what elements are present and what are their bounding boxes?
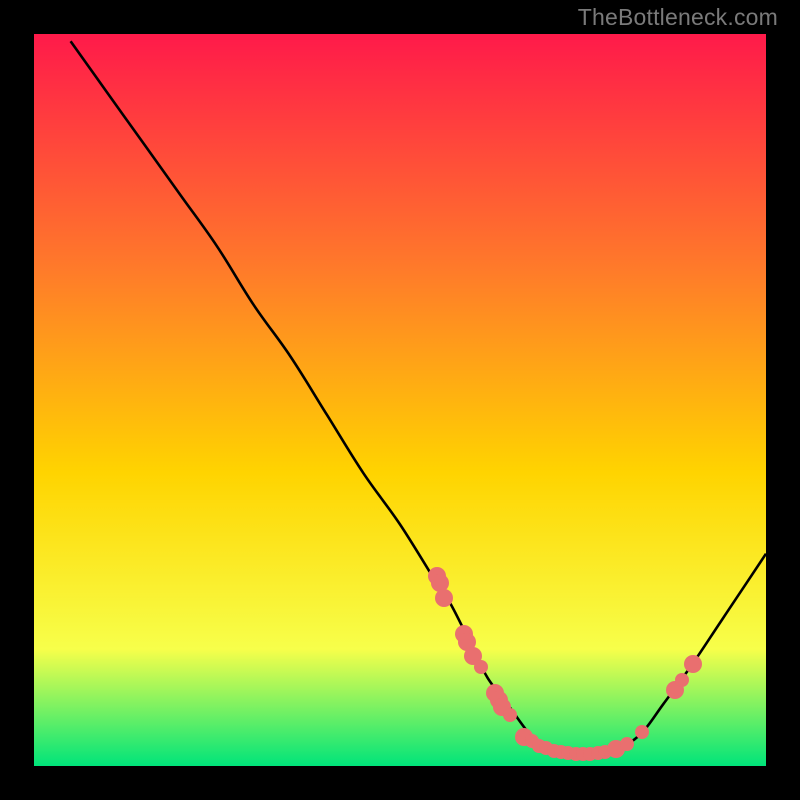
data-point-marker <box>684 655 702 673</box>
chart-plot-area <box>34 34 766 766</box>
data-point-marker <box>620 737 634 751</box>
data-point-marker <box>635 725 649 739</box>
data-point-marker <box>435 589 453 607</box>
attribution-text: TheBottleneck.com <box>578 4 778 31</box>
bottleneck-curve <box>34 34 766 766</box>
data-point-marker <box>675 673 689 687</box>
data-point-marker <box>474 660 488 674</box>
data-point-marker <box>503 708 517 722</box>
gradient-background <box>34 34 766 766</box>
